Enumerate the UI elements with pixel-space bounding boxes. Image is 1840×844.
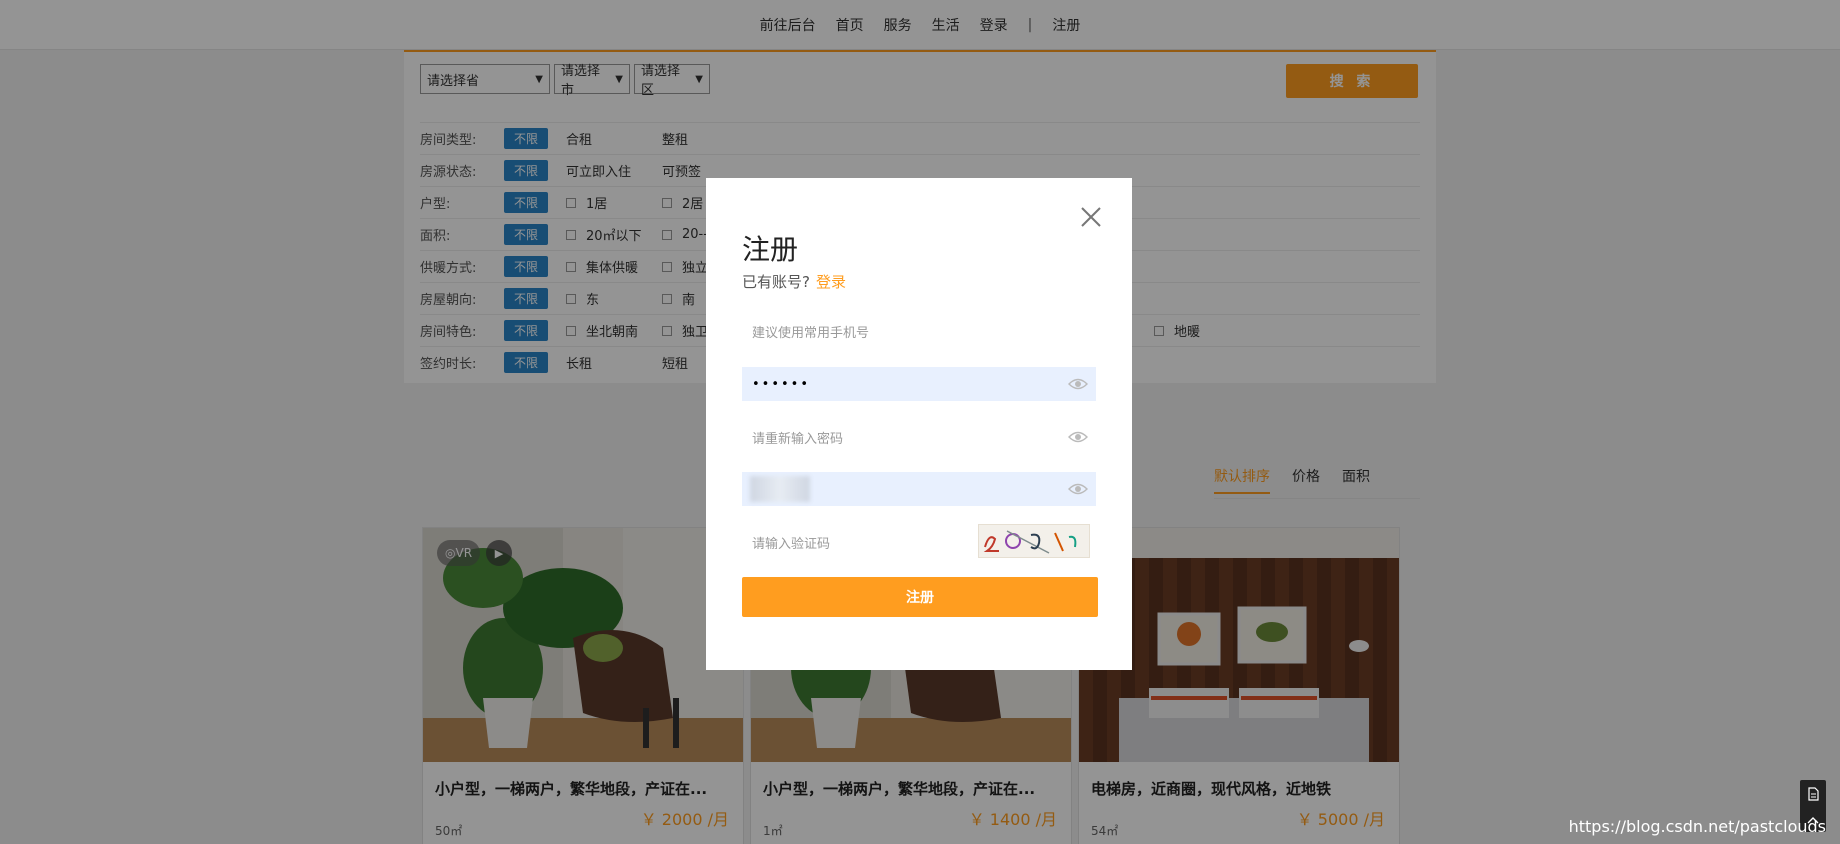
document-icon[interactable] xyxy=(1806,787,1820,801)
password-value: •••••• xyxy=(752,376,811,392)
phone-placeholder: 建议使用常用手机号 xyxy=(752,325,870,341)
phone-input[interactable]: 建议使用常用手机号 xyxy=(742,314,1096,348)
eye-icon[interactable] xyxy=(1068,429,1088,445)
confirm-password-input[interactable]: 请重新输入密码 xyxy=(742,420,1096,454)
register-modal: 注册 已有账号? 登录 建议使用常用手机号 •••••• 请重新输入密码 请输入验… xyxy=(706,178,1132,670)
captcha-image[interactable] xyxy=(978,524,1090,558)
confirm-placeholder: 请重新输入密码 xyxy=(752,431,844,447)
eye-icon[interactable] xyxy=(1068,376,1088,392)
modal-title: 注册 xyxy=(742,233,799,266)
login-prompt: 已有账号? 登录 xyxy=(742,271,846,292)
watermark: https://blog.csdn.net/pastclouds xyxy=(1568,817,1826,836)
have-account-text: 已有账号? xyxy=(742,273,810,291)
close-icon[interactable] xyxy=(1078,204,1104,230)
redacted-input[interactable] xyxy=(742,472,1096,506)
login-link[interactable]: 登录 xyxy=(816,273,846,291)
redacted-value xyxy=(750,476,810,502)
captcha-input[interactable]: 请输入验证码 xyxy=(742,525,972,559)
captcha-glyphs xyxy=(983,530,1077,554)
password-input[interactable]: •••••• xyxy=(742,367,1096,401)
captcha-placeholder: 请输入验证码 xyxy=(752,536,831,552)
register-submit-button[interactable]: 注册 xyxy=(742,577,1098,617)
eye-icon[interactable] xyxy=(1068,481,1088,497)
